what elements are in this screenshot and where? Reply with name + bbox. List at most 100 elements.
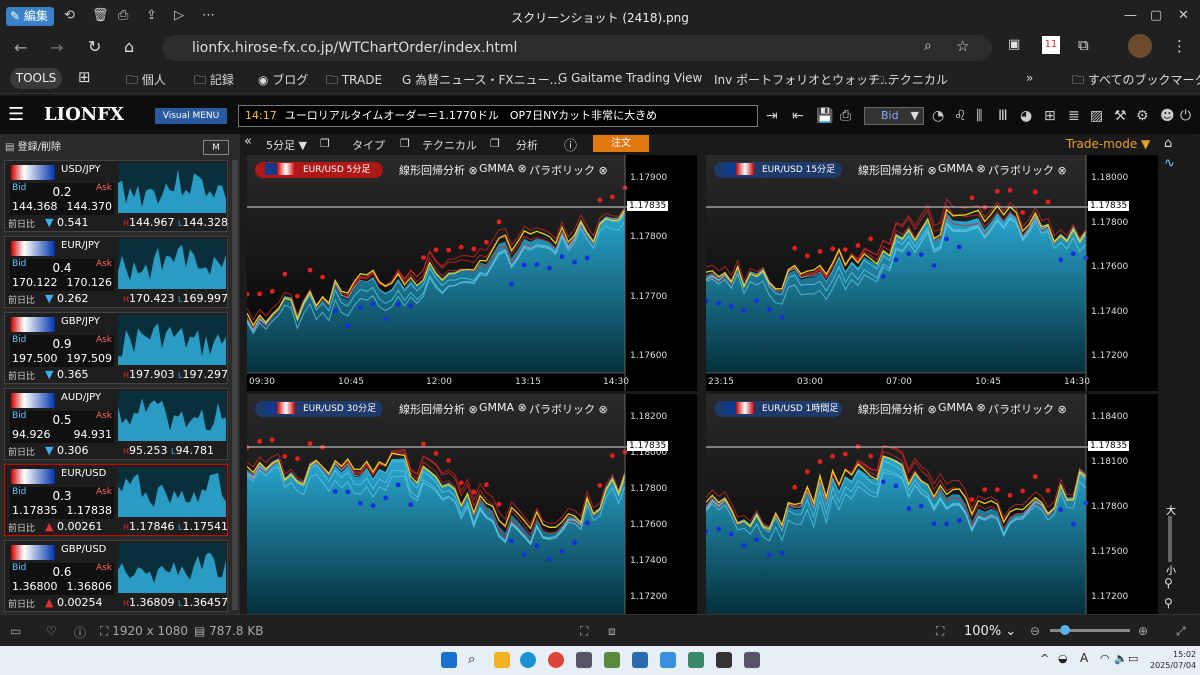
rate-card-eur-jpy[interactable]: EUR/JPY Bid Ask 0.4 170.122 170.126 前日比 ▼ 0.262… bbox=[4, 236, 228, 308]
m-button[interactable]: M bbox=[203, 140, 229, 155]
chart-pane-1[interactable]: EUR/USD 5分足 線形回帰分析 ⊗ GMMA ⊗ パラボリック ⊗ 1.17900… bbox=[247, 155, 697, 391]
speedometer-icon[interactable]: ◔ bbox=[932, 108, 944, 124]
ask-price[interactable]: 94.931 bbox=[74, 428, 113, 441]
minimize-icon[interactable]: — bbox=[1124, 8, 1137, 23]
url-bar[interactable]: lionfx.hirose-fx.co.jp/WTChartOrder/inde… bbox=[162, 35, 992, 61]
rate-card-gbp-usd[interactable]: GBP/USD Bid Ask 0.6 1.36800 1.36806 前日比 ▲ 0.002… bbox=[4, 540, 228, 612]
indicator-label[interactable]: パラボリック ⊗ bbox=[529, 401, 608, 417]
zoom-in-label[interactable]: 大 bbox=[1166, 502, 1176, 517]
all-bookmarks[interactable]: 🗀 すべてのブックマーク bbox=[1072, 71, 1200, 92]
rate-card-eur-usd[interactable]: EUR/USD Bid Ask 0.3 1.17835 1.17838 前日比 ▲ 0.002… bbox=[4, 464, 228, 536]
candle-icon[interactable]: ⫼ bbox=[976, 108, 982, 124]
close-icon[interactable]: ✕ bbox=[1178, 8, 1189, 23]
bookmark-item[interactable]: 🗀 記録 bbox=[194, 71, 234, 92]
zoom-slider[interactable] bbox=[1168, 516, 1172, 562]
reload-icon[interactable]: ↻ bbox=[88, 37, 101, 56]
app-icon[interactable] bbox=[688, 652, 704, 668]
info-icon[interactable]: ⓘ bbox=[564, 135, 577, 154]
quote-box[interactable]: Bid Ask 0.4 170.122 170.126 bbox=[10, 259, 114, 291]
edge-icon[interactable] bbox=[520, 652, 536, 668]
power-icon[interactable]: ⏻ bbox=[1180, 108, 1191, 124]
close-indicator-icon[interactable]: ⊗ bbox=[928, 164, 937, 177]
tools-button[interactable]: TOOLS bbox=[10, 68, 62, 89]
close-indicator-icon[interactable]: ⊗ bbox=[1058, 403, 1067, 416]
home-icon[interactable]: ⌂ bbox=[124, 37, 134, 56]
chrome-icon[interactable] bbox=[548, 652, 564, 668]
copy-icon[interactable]: ❐ bbox=[490, 137, 500, 150]
battery-icon[interactable]: ▭ bbox=[1128, 652, 1138, 665]
zoom-slider-track[interactable] bbox=[1050, 625, 1130, 635]
chart-pane-3[interactable]: EUR/USD 30分足 線形回帰分析 ⊗ GMMA ⊗ パラボリック ⊗ 1.1820… bbox=[247, 394, 697, 614]
fullscreen-icon[interactable]: ⛶ bbox=[936, 624, 944, 639]
chart-pane-4[interactable]: EUR/USD 1時間足 線形回帰分析 ⊗ GMMA ⊗ パラボリック ⊗ 1.1840… bbox=[706, 394, 1158, 614]
extensions-puzzle-icon[interactable]: ⧉ bbox=[1078, 36, 1089, 54]
ask-price[interactable]: 144.370 bbox=[67, 200, 113, 213]
photos-icon[interactable] bbox=[660, 652, 676, 668]
extension-calendar-icon[interactable]: 11 bbox=[1042, 36, 1060, 54]
gear-icon[interactable]: ⚙ bbox=[1136, 108, 1149, 124]
app-icon[interactable] bbox=[716, 652, 732, 668]
bid-price[interactable]: 144.368 bbox=[12, 200, 58, 213]
bid-price[interactable]: 94.926 bbox=[12, 428, 51, 441]
ask-price[interactable]: 197.509 bbox=[67, 352, 113, 365]
close-indicator-icon[interactable]: ⊗ bbox=[1058, 164, 1067, 177]
tray-app-icon[interactable]: ◒ bbox=[1058, 652, 1068, 665]
maximize-icon[interactable]: ▢ bbox=[1150, 8, 1162, 23]
ask-price[interactable]: 1.17838 bbox=[67, 504, 113, 517]
rate-card-aud-jpy[interactable]: AUD/JPY Bid Ask 0.5 94.926 94.931 前日比 ▼ 0.306 H9… bbox=[4, 388, 228, 460]
indicator-label[interactable]: 線形回帰分析 ⊗ bbox=[858, 162, 937, 178]
wave-icon[interactable]: ∿ bbox=[1164, 156, 1175, 171]
save-icon[interactable]: 💾 bbox=[816, 108, 833, 124]
print-icon[interactable]: ⎙ bbox=[840, 108, 851, 124]
bookmark-star-icon[interactable]: ☆ bbox=[956, 37, 969, 55]
pin-icon[interactable]: ⚲ bbox=[1164, 596, 1173, 610]
import-icon[interactable]: ⇤ bbox=[792, 108, 804, 124]
quote-box[interactable]: Bid Ask 0.2 144.368 144.370 bbox=[10, 183, 114, 215]
favorite-icon[interactable]: ♡ bbox=[46, 624, 57, 638]
close-indicator-icon[interactable]: ⊗ bbox=[599, 164, 608, 177]
lionfx-app-icon[interactable] bbox=[576, 652, 592, 668]
rate-card-usd-jpy[interactable]: USD/JPY Bid Ask 0.2 144.368 144.370 前日比 ▼ 0.541… bbox=[4, 160, 228, 232]
bookmark-item[interactable]: ◉ ブログ bbox=[258, 71, 308, 88]
apps-grid-icon[interactable]: ⊞ bbox=[78, 68, 91, 86]
chart-icon[interactable]: ▨ bbox=[1090, 108, 1103, 124]
browser-menu-icon[interactable]: ⋮ bbox=[1172, 37, 1187, 55]
quote-box[interactable]: Bid Ask 0.3 1.17835 1.17838 bbox=[10, 487, 114, 519]
home-icon[interactable]: ⌂ bbox=[1164, 136, 1172, 151]
filmstrip-icon[interactable]: ▭ bbox=[10, 624, 21, 638]
ime-icon[interactable]: A bbox=[1080, 651, 1088, 665]
ask-price[interactable]: 1.36806 bbox=[67, 580, 113, 593]
close-indicator-icon[interactable]: ⊗ bbox=[928, 403, 937, 416]
grid-icon[interactable]: ⊞ bbox=[1044, 108, 1056, 124]
indicator-label[interactable]: GMMA ⊗ bbox=[938, 401, 986, 414]
visual-menu-button[interactable]: Visual MENU bbox=[155, 108, 227, 124]
hamburger-icon[interactable]: ☰ bbox=[8, 104, 24, 125]
explorer-icon[interactable] bbox=[494, 652, 510, 668]
close-indicator-icon[interactable]: ⊗ bbox=[518, 401, 527, 414]
type-button[interactable]: タイプ bbox=[352, 137, 385, 153]
forward-icon[interactable]: → bbox=[50, 38, 63, 57]
copy-icon[interactable]: ❐ bbox=[320, 137, 330, 150]
volume-icon[interactable]: 🔈 bbox=[1114, 652, 1128, 665]
bars-icon[interactable]: Ⅲ bbox=[998, 108, 1008, 124]
tray-chevron-icon[interactable]: ^ bbox=[1040, 652, 1049, 665]
indicator-label[interactable]: 線形回帰分析 ⊗ bbox=[399, 401, 478, 417]
close-indicator-icon[interactable]: ⊗ bbox=[518, 162, 527, 175]
zoom-level[interactable]: 100% ⌄ bbox=[964, 624, 1016, 639]
period-select[interactable]: 5分足 ▼ bbox=[266, 137, 307, 153]
fit-icon[interactable]: ⧈ bbox=[608, 624, 616, 639]
indicator-label[interactable]: パラボリック ⊗ bbox=[988, 162, 1067, 178]
expand-icon[interactable]: ⤢ bbox=[1176, 624, 1186, 639]
close-indicator-icon[interactable]: ⊗ bbox=[469, 403, 478, 416]
close-indicator-icon[interactable]: ⊗ bbox=[977, 401, 986, 414]
windows-start-icon[interactable] bbox=[441, 652, 457, 668]
copy-icon[interactable]: ❐ bbox=[400, 137, 410, 150]
rate-card-gbp-jpy[interactable]: GBP/JPY Bid Ask 0.9 197.500 197.509 前日比 ▼ 0.365… bbox=[4, 312, 228, 384]
quote-box[interactable]: Bid Ask 0.5 94.926 94.931 bbox=[10, 411, 114, 443]
list-icon[interactable]: ≣ bbox=[1068, 108, 1080, 124]
analysis-button[interactable]: 分析 bbox=[516, 137, 538, 153]
zoom-in-icon[interactable]: ⊕ bbox=[1138, 624, 1148, 638]
app-icon[interactable] bbox=[632, 652, 648, 668]
indicator-label[interactable]: GMMA ⊗ bbox=[938, 162, 986, 175]
bid-price[interactable]: 170.122 bbox=[12, 276, 58, 289]
